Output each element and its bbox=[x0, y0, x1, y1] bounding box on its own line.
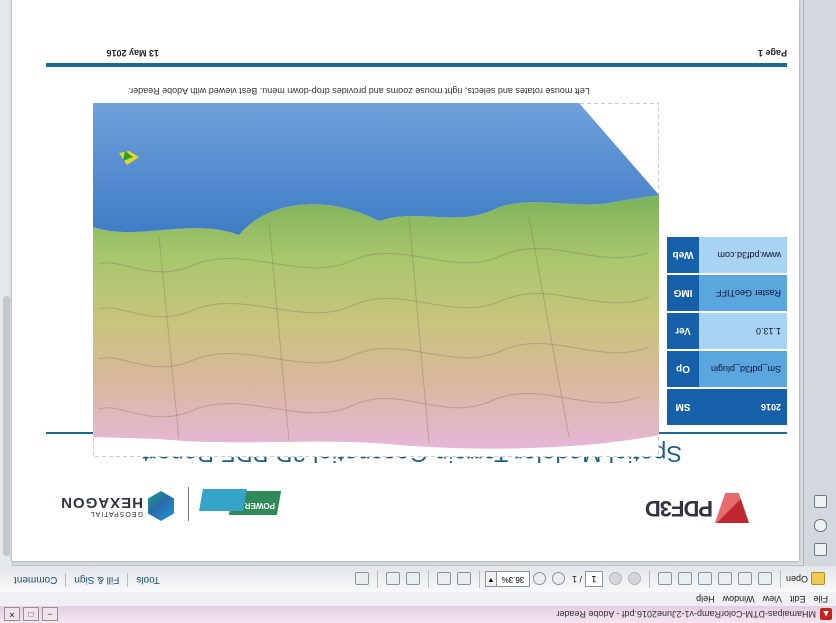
fit-page-icon[interactable] bbox=[456, 572, 471, 586]
zoom-dropdown-icon[interactable]: ▼ bbox=[484, 571, 496, 587]
terrain-3d-viewport[interactable] bbox=[93, 103, 659, 457]
power-portfolio-logo: POWER bbox=[199, 485, 282, 521]
pdf-page: PDF3D POWER GEOSPATIAL HEXAGON Spatial M… bbox=[12, 0, 799, 561]
menu-file[interactable]: File bbox=[813, 594, 828, 604]
fill-sign-button[interactable]: Fill & Sign bbox=[66, 575, 127, 586]
toolbar-separator bbox=[648, 570, 650, 588]
window-controls: – □ ✕ bbox=[4, 607, 58, 621]
menu-view[interactable]: View bbox=[763, 594, 782, 604]
comment-bubble-icon[interactable] bbox=[385, 572, 400, 586]
email-icon[interactable] bbox=[657, 572, 672, 586]
menu-window[interactable]: Window bbox=[723, 594, 755, 604]
pdf3d-logo-text: PDF3D bbox=[645, 496, 713, 521]
tools-button[interactable]: Tools bbox=[128, 575, 167, 586]
page-total: / 1 bbox=[571, 574, 582, 584]
minimize-button[interactable]: – bbox=[42, 607, 58, 621]
power-badge-shape-secondary bbox=[199, 489, 247, 511]
hexagon-logo-subtext: GEOSPATIAL bbox=[89, 510, 143, 517]
sign-icon[interactable] bbox=[405, 572, 420, 586]
info-value: 1.13.0 bbox=[699, 313, 787, 349]
zoom-in-icon[interactable] bbox=[532, 572, 546, 586]
info-key: SM bbox=[667, 389, 699, 425]
edit-pdf-icon[interactable] bbox=[717, 572, 732, 586]
menu-bar: File Edit View Window Help bbox=[0, 591, 836, 606]
open-label: Open bbox=[785, 574, 808, 584]
toolbar-right-panel: Tools Fill & Sign Comment bbox=[6, 573, 168, 587]
navigation-pane bbox=[803, 0, 836, 566]
info-row: 2016 SM bbox=[667, 389, 787, 425]
layers-icon[interactable] bbox=[814, 495, 827, 508]
save-icon[interactable] bbox=[697, 572, 712, 586]
info-key: Web bbox=[667, 237, 699, 273]
combine-files-icon[interactable] bbox=[737, 572, 752, 586]
info-row: 1.13.0 Ver bbox=[667, 313, 787, 349]
info-key: Op bbox=[667, 351, 699, 387]
print-icon[interactable] bbox=[677, 572, 692, 586]
info-value: Raster GeoTIFF bbox=[699, 275, 787, 311]
toolbar-separator bbox=[427, 570, 429, 588]
fullscreen-icon[interactable] bbox=[436, 572, 451, 586]
open-button[interactable]: Open bbox=[785, 572, 828, 586]
header-logos: PDF3D POWER GEOSPATIAL HEXAGON bbox=[39, 473, 759, 533]
page-number-input[interactable]: 1 bbox=[584, 571, 603, 587]
viewer-instructions: Left mouse rotates and selects, right mo… bbox=[128, 86, 590, 96]
footer-date: 13 May 2016 bbox=[106, 48, 159, 58]
pdf3d-logo: PDF3D bbox=[646, 493, 749, 523]
adobe-reader-window: ▲ MHamaipas-DTM-ColorRamp-v1-2June2016.p… bbox=[0, 0, 836, 623]
create-pdf-icon[interactable] bbox=[757, 572, 772, 586]
toolbar: Open 1 / 1 36.3% ▼ Tools Fill & Sign Com… bbox=[0, 565, 836, 592]
attachments-icon[interactable] bbox=[814, 519, 827, 532]
footer-page-number: Page 1 bbox=[757, 48, 787, 58]
window-title: MHamaipas-DTM-ColorRamp-v1-2June2016.pdf… bbox=[556, 609, 816, 620]
logo-divider bbox=[188, 487, 189, 521]
next-page-icon[interactable] bbox=[608, 572, 622, 586]
maximize-button[interactable]: □ bbox=[23, 607, 39, 621]
zoom-level-input[interactable]: 36.3% bbox=[495, 571, 530, 587]
info-row: www.pdf3d.com Web bbox=[667, 237, 787, 273]
info-value: www.pdf3d.com bbox=[699, 237, 787, 273]
adobe-reader-app-icon: ▲ bbox=[820, 608, 832, 621]
comment-button[interactable]: Comment bbox=[6, 575, 65, 586]
menu-edit[interactable]: Edit bbox=[790, 594, 806, 604]
menu-help[interactable]: Help bbox=[696, 594, 715, 604]
toolbar-separator bbox=[127, 573, 129, 587]
toolbar-separator bbox=[478, 570, 480, 588]
hexagon-logo-icon bbox=[148, 491, 174, 521]
info-key: Ver bbox=[667, 313, 699, 349]
info-key: IMG bbox=[667, 275, 699, 311]
info-value: 2016 bbox=[699, 389, 787, 425]
hexagon-logo-text-block: GEOSPATIAL HEXAGON bbox=[60, 494, 143, 517]
info-table: 2016 SM Sm_pdf3d_plugin Op 1.13.0 Ver Ra… bbox=[667, 235, 787, 425]
expand-icon[interactable] bbox=[354, 572, 369, 586]
hexagon-geospatial-logo: GEOSPATIAL HEXAGON bbox=[60, 491, 174, 521]
terrain-surface bbox=[93, 195, 659, 449]
toolbar-separator bbox=[779, 570, 781, 588]
footer-divider bbox=[46, 63, 787, 67]
close-button[interactable]: ✕ bbox=[4, 607, 20, 621]
toolbar-separator bbox=[65, 573, 67, 587]
window-title-bar: ▲ MHamaipas-DTM-ColorRamp-v1-2June2016.p… bbox=[0, 605, 836, 623]
scrollbar-thumb[interactable] bbox=[3, 296, 10, 556]
info-row: Sm_pdf3d_plugin Op bbox=[667, 351, 787, 387]
toolbar-separator bbox=[376, 570, 378, 588]
power-logo-text: POWER bbox=[244, 501, 275, 510]
page-thumbnails-icon[interactable] bbox=[814, 543, 827, 556]
pdf3d-logo-icon bbox=[715, 493, 749, 523]
previous-page-icon[interactable] bbox=[627, 572, 641, 586]
open-folder-icon bbox=[811, 572, 825, 586]
info-row: Raster GeoTIFF IMG bbox=[667, 275, 787, 311]
info-value: Sm_pdf3d_plugin bbox=[699, 351, 787, 387]
hexagon-logo-text: HEXAGON bbox=[60, 494, 143, 511]
zoom-out-icon[interactable] bbox=[551, 572, 565, 586]
